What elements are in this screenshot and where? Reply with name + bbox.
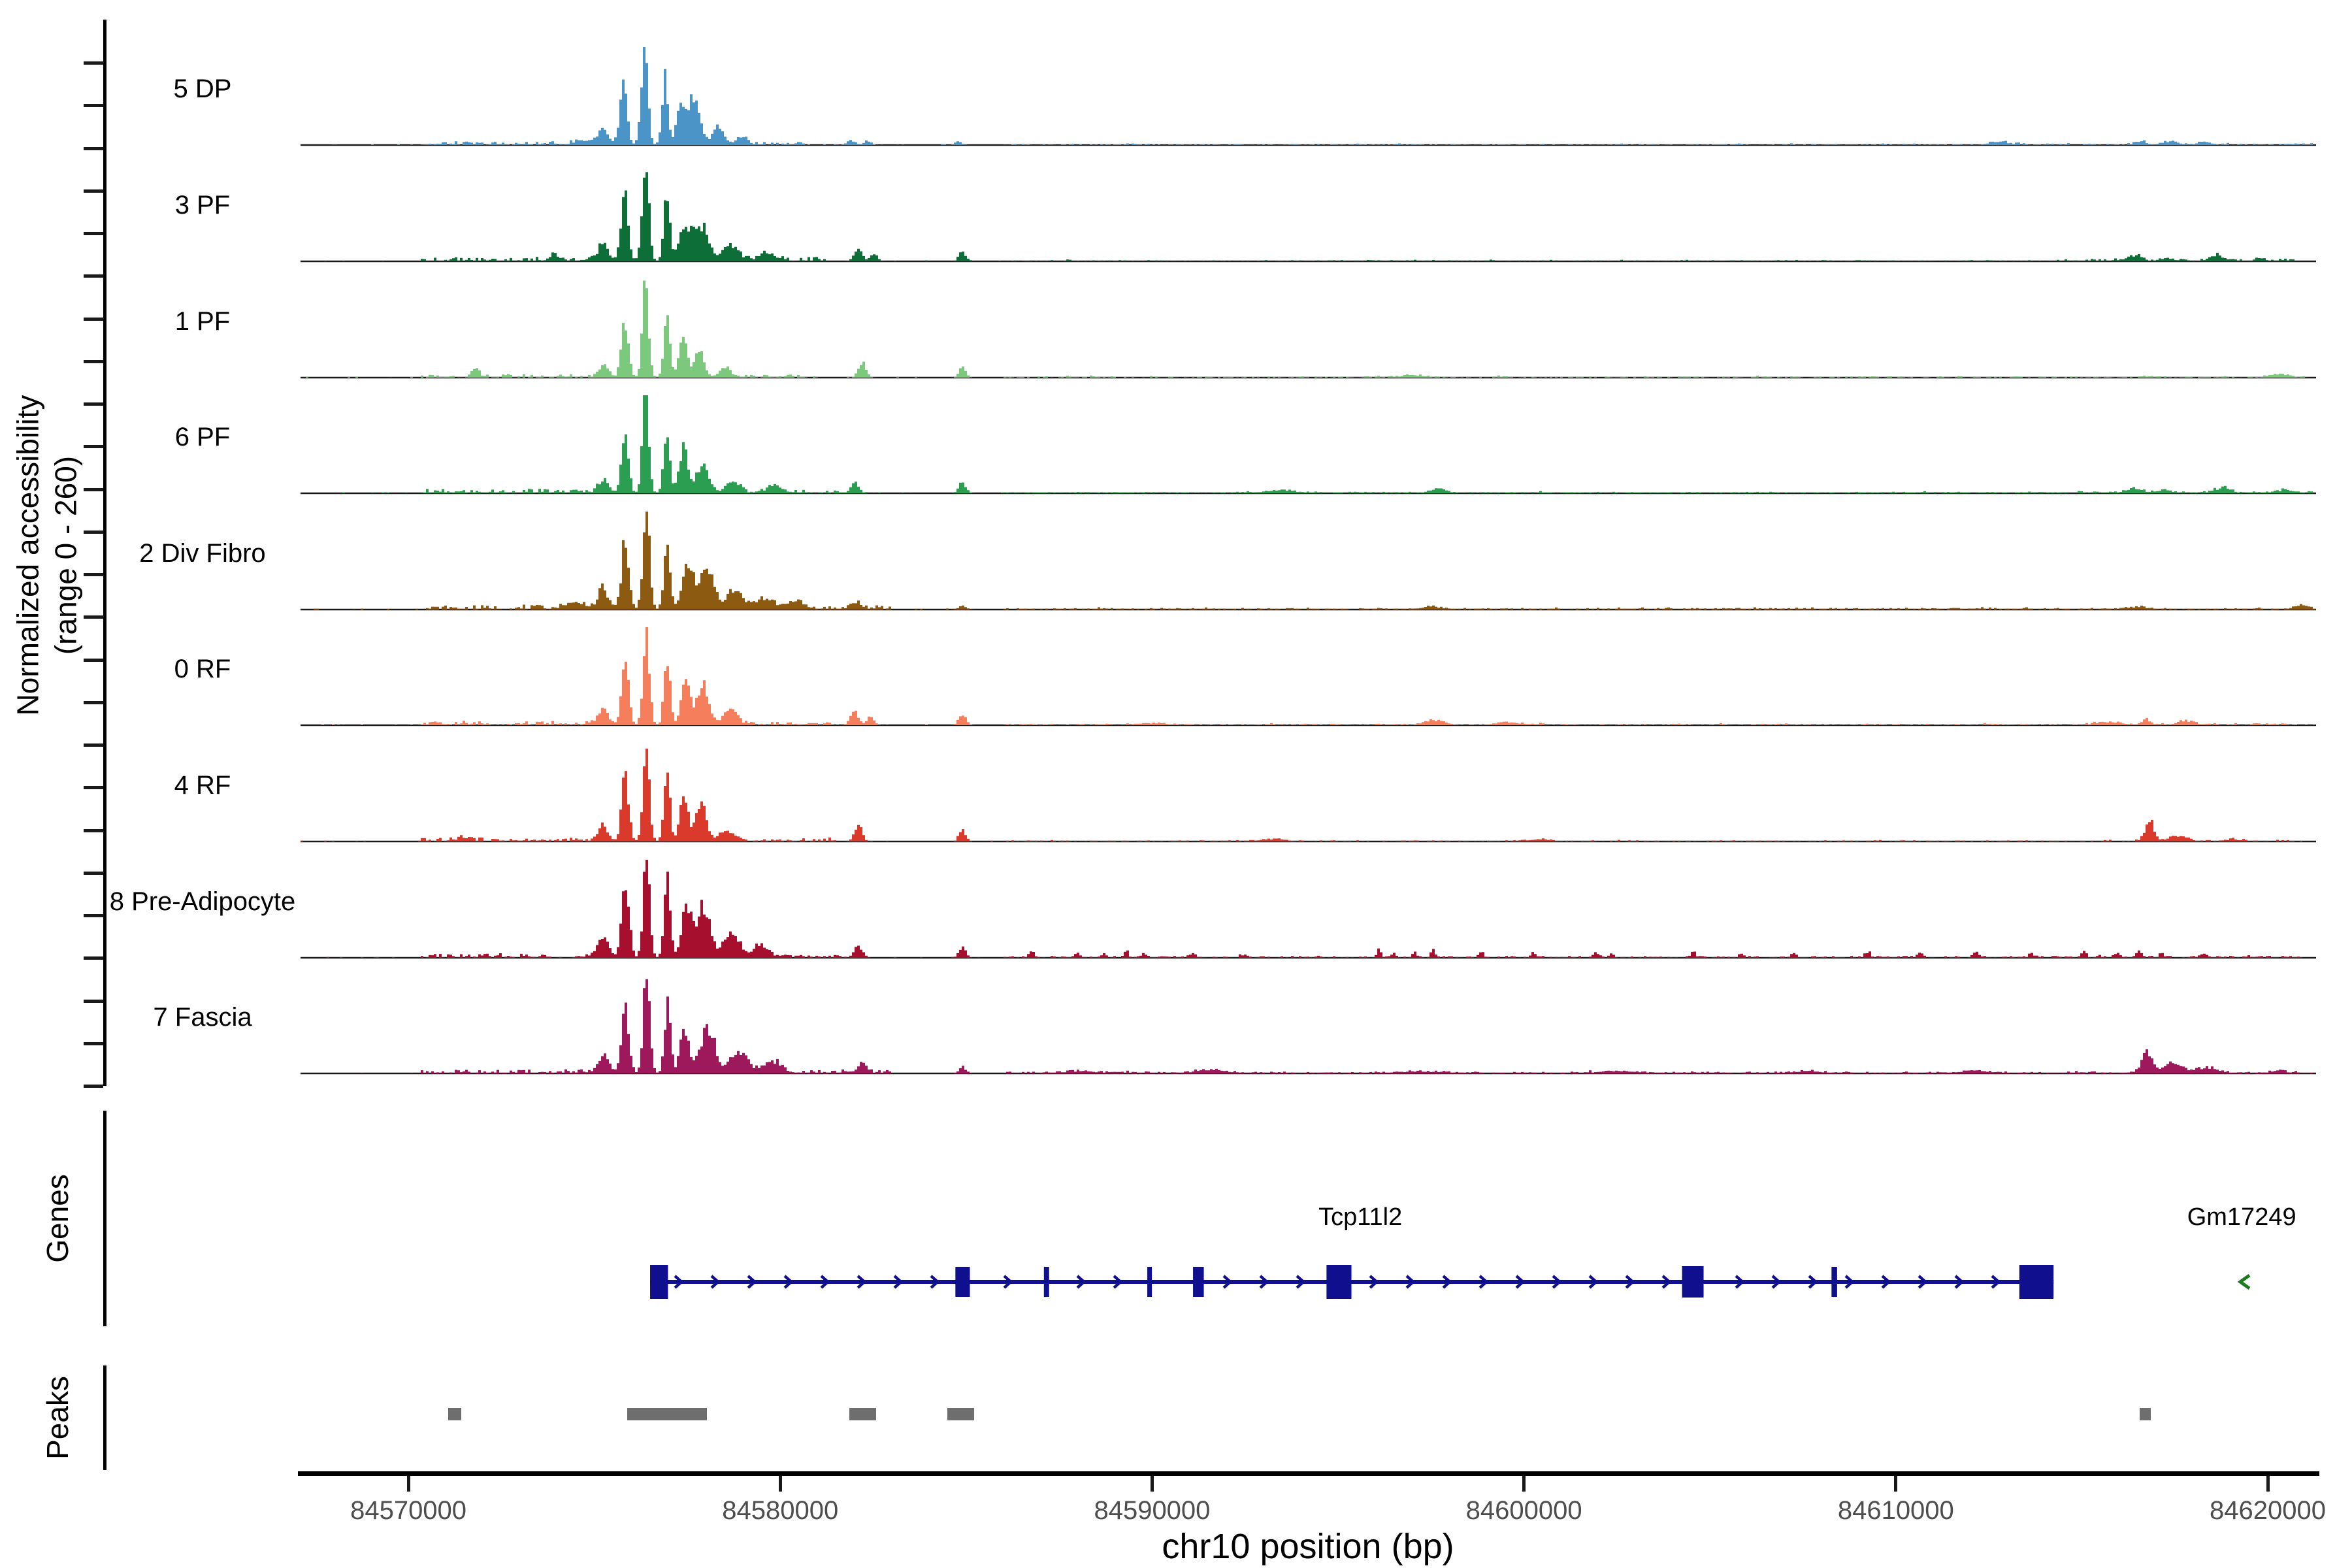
x-axis-tick	[779, 1476, 782, 1492]
x-axis-tick-label: 84600000	[1426, 1496, 1622, 1526]
x-axis-tick-label: 84590000	[1054, 1496, 1250, 1526]
gene-exon	[1193, 1267, 1204, 1297]
gene-exon	[1326, 1265, 1351, 1299]
genome-browser-figure: { "y_axis": { "label_line1": "Normalized…	[0, 0, 2352, 1568]
x-axis-tick-label: 84580000	[682, 1496, 878, 1526]
x-axis-title: chr10 position (bp)	[1162, 1526, 1454, 1567]
gene-exon	[1682, 1266, 1704, 1298]
gene-exon	[955, 1267, 970, 1297]
gene-exon	[1044, 1267, 1049, 1297]
gene-exon	[1831, 1267, 1837, 1297]
peak-call-interval	[2140, 1408, 2151, 1420]
gene-exon	[2019, 1265, 2053, 1299]
gene-exon	[650, 1265, 668, 1299]
gene-name-tcp11l2: Tcp11l2	[1318, 1203, 1402, 1232]
peak-call-interval	[947, 1408, 974, 1420]
x-axis-tick	[2266, 1476, 2270, 1492]
x-axis-line	[298, 1471, 2319, 1476]
peak-call-interval	[627, 1408, 707, 1420]
x-axis-tick-label: 84610000	[1798, 1496, 1994, 1526]
x-axis-tick-label: 84570000	[310, 1496, 506, 1526]
x-axis-tick	[1894, 1476, 1897, 1492]
x-axis-tick-label: 84620000	[2170, 1496, 2352, 1526]
gene-name-gm17249: Gm17249	[2187, 1203, 2296, 1232]
gene-track-canvas	[0, 0, 2352, 1568]
gene-exon	[1147, 1267, 1152, 1297]
x-axis-tick	[407, 1476, 410, 1492]
peak-call-interval	[448, 1408, 461, 1420]
peak-call-interval	[849, 1408, 875, 1420]
x-axis-tick	[1522, 1476, 1526, 1492]
x-axis-tick	[1151, 1476, 1154, 1492]
reverse-strand-gene-icon	[2240, 1275, 2249, 1288]
